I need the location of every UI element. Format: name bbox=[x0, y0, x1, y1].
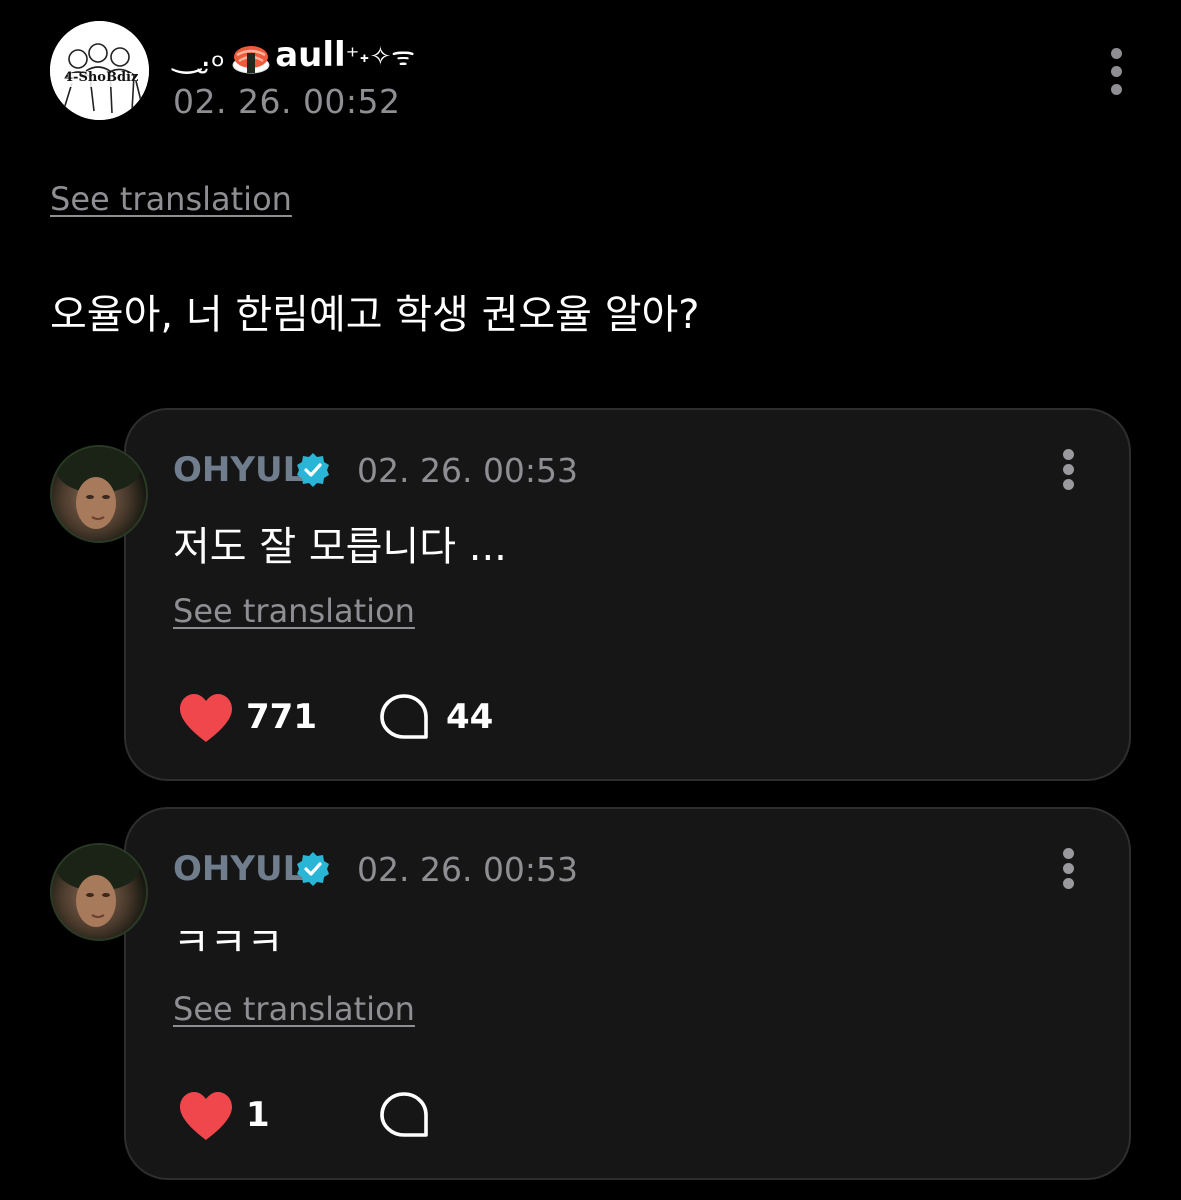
username-suffix: ⁺˖✧ᯤ bbox=[345, 42, 416, 72]
sushi-emoji-icon bbox=[232, 46, 270, 74]
like-count: 1 bbox=[246, 1095, 270, 1135]
comment-count: 44 bbox=[446, 697, 494, 737]
username-prefix: ‿.̮ₒ bbox=[173, 35, 226, 75]
post-timestamp: 02. 26. 00:52 bbox=[173, 82, 401, 121]
author-avatar[interactable]: 4-ShoBdiz bbox=[50, 21, 149, 120]
username-text: aull bbox=[275, 35, 346, 75]
more-vertical-icon[interactable] bbox=[1052, 447, 1086, 493]
verified-badge-icon bbox=[297, 852, 329, 886]
avatar-logo-text: 4-ShoBdiz bbox=[64, 70, 139, 85]
avatar-photo bbox=[56, 845, 140, 927]
reply-text: ㅋㅋㅋ bbox=[173, 920, 284, 966]
heart-icon[interactable] bbox=[177, 692, 235, 744]
reply-author-name[interactable]: OHYUL bbox=[173, 849, 304, 889]
post-detail-page: 4-ShoBdiz ‿.̮ₒ aull ⁺˖✧ᯤ 02. 26. 00:52 S… bbox=[0, 0, 1181, 1200]
avatar-photo bbox=[56, 447, 140, 529]
more-vertical-icon[interactable] bbox=[1052, 846, 1086, 892]
verified-badge-icon bbox=[297, 453, 329, 487]
post-body-text: 오율아, 너 한림예고 학생 권오율 알아? bbox=[50, 292, 700, 338]
like-count: 771 bbox=[246, 697, 317, 737]
see-translation-link[interactable]: See translation bbox=[173, 592, 415, 630]
reply-timestamp: 02. 26. 00:53 bbox=[357, 451, 579, 490]
see-translation-link[interactable]: See translation bbox=[50, 180, 292, 218]
reply-author-name[interactable]: OHYUL bbox=[173, 450, 304, 490]
comment-bubble-icon[interactable] bbox=[378, 692, 430, 742]
reply-text: 저도 잘 모릅니다 ... bbox=[173, 524, 507, 570]
comment-bubble-icon[interactable] bbox=[378, 1090, 430, 1140]
more-vertical-icon[interactable] bbox=[1100, 44, 1134, 100]
heart-icon[interactable] bbox=[177, 1090, 235, 1142]
see-translation-link[interactable]: See translation bbox=[173, 990, 415, 1028]
reply-author-avatar[interactable] bbox=[50, 445, 148, 543]
author-username[interactable]: ‿.̮ₒ aull ⁺˖✧ᯤ bbox=[173, 30, 417, 80]
reply-timestamp: 02. 26. 00:53 bbox=[357, 850, 579, 889]
reply-author-avatar[interactable] bbox=[50, 843, 148, 941]
